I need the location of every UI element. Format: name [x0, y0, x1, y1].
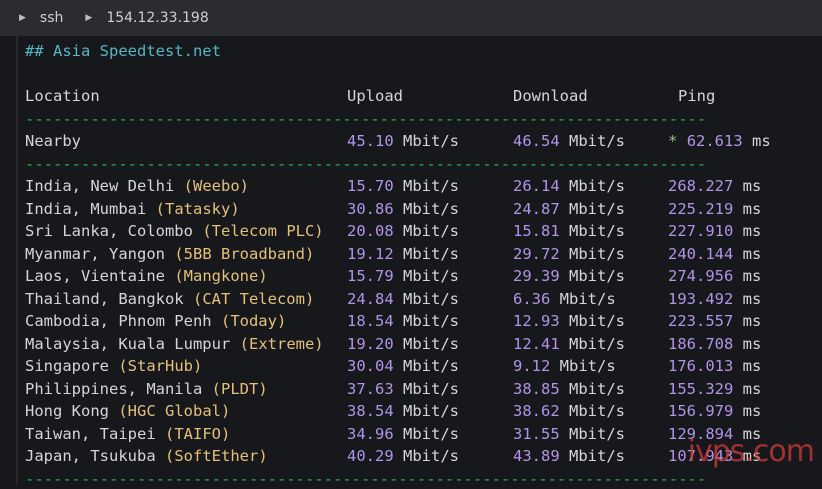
- terminal-output[interactable]: ## Asia Speedtest.net Location Upload Do…: [0, 36, 822, 488]
- breadcrumb-caret-icon: ▶: [19, 13, 26, 23]
- row-location: Singapore (StarHub): [25, 357, 203, 375]
- column-header-upload: Upload: [347, 87, 403, 105]
- row-download: 12.41 Mbit/s: [513, 334, 626, 353]
- row-upload: 19.20 Mbit/s: [347, 334, 460, 353]
- row-download: 15.81 Mbit/s: [513, 222, 626, 240]
- row-upload: 15.79 Mbit/s: [347, 267, 460, 285]
- row-download: 29.39 Mbit/s: [513, 267, 626, 285]
- row-ping: 107.943 ms: [668, 447, 762, 465]
- row-upload: 20.08 Mbit/s: [347, 222, 460, 240]
- separator-line: ----------------------------------------…: [25, 110, 707, 128]
- row-download: 38.85 Mbit/s: [513, 379, 626, 398]
- column-header-ping: Ping: [678, 87, 716, 105]
- row-upload: 37.63 Mbit/s: [347, 379, 460, 398]
- row-location: Malaysia, Kuala Lumpur (Extreme): [25, 334, 324, 353]
- row-download: 26.14 Mbit/s: [513, 177, 626, 195]
- row-ping: 225.219 ms: [668, 199, 762, 218]
- row-download: 43.89 Mbit/s: [513, 447, 626, 465]
- row-download: 6.36 Mbit/s: [513, 289, 616, 308]
- row-location: Taiwan, Taipei (TAIFO): [25, 424, 231, 443]
- session-name[interactable]: ssh: [40, 10, 63, 26]
- row-location: Laos, Vientaine (Mangkone): [25, 267, 268, 285]
- row-download: 38.62 Mbit/s: [513, 402, 626, 420]
- row-location: India, New Delhi (Weebo): [25, 177, 249, 195]
- row-location: Cambodia, Phnom Penh (Today): [25, 312, 287, 330]
- row-location: India, Mumbai (Tatasky): [25, 199, 240, 218]
- row-location: Hong Kong (HGC Global): [25, 402, 231, 420]
- row-download: 29.72 Mbit/s: [513, 244, 626, 263]
- row-upload: 19.12 Mbit/s: [347, 244, 460, 263]
- terminal-gutter: [16, 36, 18, 485]
- row-ping: 155.329 ms: [668, 379, 762, 398]
- row-ping: 156.979 ms: [668, 402, 762, 420]
- row-upload: 40.29 Mbit/s: [347, 447, 460, 465]
- row-ping: 268.227 ms: [668, 177, 762, 195]
- row-ping: 176.013 ms: [668, 357, 762, 375]
- column-header-location: Location: [25, 87, 100, 105]
- row-ping: 274.956 ms: [668, 267, 762, 285]
- row-ping: 227.910 ms: [668, 222, 762, 240]
- terminal-titlebar: ▶ ssh ▶ 154.12.33.198: [0, 0, 822, 36]
- row-ping: 223.557 ms: [668, 312, 762, 330]
- row-download: 12.93 Mbit/s: [513, 312, 626, 330]
- row-upload: 24.84 Mbit/s: [347, 289, 460, 308]
- breadcrumb-caret-icon: ▶: [85, 13, 93, 23]
- row-ping: 186.708 ms: [668, 334, 762, 353]
- row-upload: 30.04 Mbit/s: [347, 357, 460, 375]
- row-download: 24.87 Mbit/s: [513, 199, 626, 218]
- section-heading: ## Asia Speedtest.net: [25, 42, 221, 60]
- nearby-upload: 45.10 Mbit/s: [347, 132, 460, 150]
- column-header-download: Download: [513, 87, 588, 105]
- row-location: Philippines, Manila (PLDT): [25, 379, 268, 398]
- row-ping: 129.894 ms: [668, 424, 762, 443]
- row-upload: 30.86 Mbit/s: [347, 199, 460, 218]
- row-location: Sri Lanka, Colombo (Telecom PLC): [25, 222, 324, 240]
- row-upload: 38.54 Mbit/s: [347, 402, 460, 420]
- row-location: Thailand, Bangkok (CAT Telecom): [25, 289, 315, 308]
- row-location: Myanmar, Yangon (5BB Broadband): [25, 244, 315, 263]
- row-download: 31.55 Mbit/s: [513, 424, 626, 443]
- nearby-download: 46.54 Mbit/s: [513, 132, 626, 150]
- row-download: 9.12 Mbit/s: [513, 357, 616, 375]
- host-address[interactable]: 154.12.33.198: [106, 10, 208, 26]
- ping-marker: *: [668, 132, 678, 150]
- nearby-ping: * 62.613 ms: [668, 132, 771, 150]
- separator-line: ----------------------------------------…: [25, 155, 707, 173]
- nearby-location: Nearby: [25, 132, 81, 150]
- row-upload: 18.54 Mbit/s: [347, 312, 460, 330]
- row-location: Japan, Tsukuba (SoftEther): [25, 447, 268, 465]
- row-upload: 15.70 Mbit/s: [347, 177, 460, 195]
- separator-line: ----------------------------------------…: [25, 470, 707, 488]
- row-upload: 34.96 Mbit/s: [347, 424, 460, 443]
- row-ping: 240.144 ms: [668, 244, 762, 263]
- row-ping: 193.492 ms: [668, 289, 762, 308]
